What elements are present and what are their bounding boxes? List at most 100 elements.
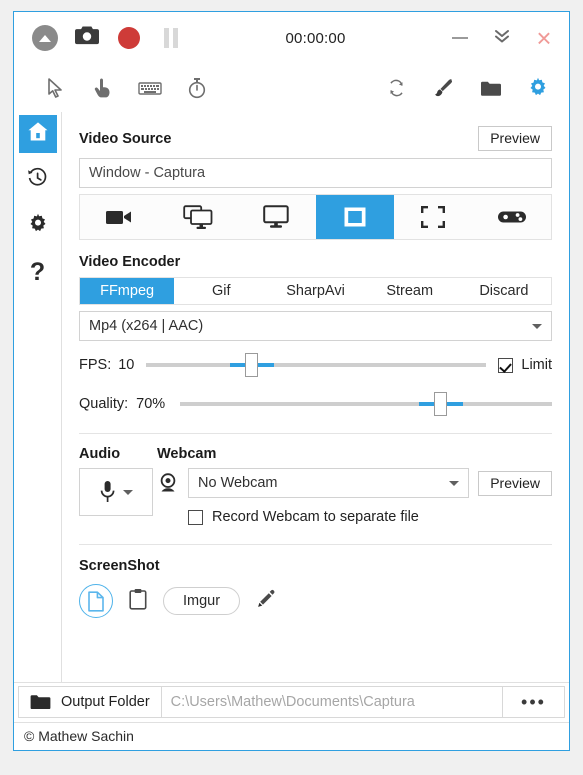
window-icon xyxy=(344,207,366,227)
camera-icon xyxy=(74,25,100,51)
sidebar: ? xyxy=(14,112,62,682)
clipboard-icon xyxy=(129,588,147,610)
tab-ffmpeg[interactable]: FFmpeg xyxy=(80,278,175,304)
divider-audio xyxy=(79,433,552,434)
source-mode-game[interactable] xyxy=(473,195,552,239)
encoder-format-value: Mp4 (x264 | AAC) xyxy=(89,318,204,334)
gamepad-icon xyxy=(497,211,526,223)
timer-area: 00:00:00 xyxy=(192,17,439,59)
fps-limit-checkbox[interactable] xyxy=(498,357,514,373)
tab-stream[interactable]: Stream xyxy=(363,278,457,304)
main-body: ? Video Source Preview Window - Captura xyxy=(14,112,569,682)
minimize-icon xyxy=(452,37,468,39)
audio-source-button[interactable] xyxy=(79,468,153,516)
sidebar-item-settings[interactable] xyxy=(19,207,57,245)
screenshot-target-clipboard[interactable] xyxy=(129,588,147,615)
screenshot-targets-row: Imgur xyxy=(79,584,552,618)
pause-button[interactable] xyxy=(150,17,192,59)
monitor-icon xyxy=(263,205,289,228)
brush-icon[interactable] xyxy=(420,68,467,108)
imgur-button[interactable]: Imgur xyxy=(163,587,241,615)
fps-limit-label: Limit xyxy=(521,357,552,373)
video-source-select[interactable]: Window - Captura xyxy=(79,158,552,188)
content-panel: Video Source Preview Window - Captura Vi… xyxy=(62,112,569,682)
record-button[interactable] xyxy=(108,17,150,59)
sidebar-item-history[interactable] xyxy=(19,161,57,199)
captura-window: 00:00:00 × ? Video Source Preview Window… xyxy=(13,11,570,751)
quality-slider-track xyxy=(180,402,552,406)
webcam-select[interactable]: No Webcam xyxy=(188,468,470,498)
clicks-icon[interactable] xyxy=(79,68,126,108)
folder-icon[interactable] xyxy=(467,68,514,108)
video-source-title: Video Source xyxy=(79,130,172,147)
quality-row: Quality: 70% xyxy=(79,389,552,419)
output-folder-button[interactable]: Output Folder xyxy=(18,686,162,718)
home-icon xyxy=(27,121,49,147)
refresh-icon[interactable] xyxy=(373,68,420,108)
hide-to-tray-button[interactable] xyxy=(481,17,523,59)
fps-row: FPS: 10 Limit xyxy=(79,350,552,380)
webcam-title: Webcam xyxy=(157,446,217,462)
question-mark-icon: ? xyxy=(29,257,46,286)
screenshot-target-disk[interactable] xyxy=(79,584,113,618)
source-mode-desktop-duplication[interactable] xyxy=(159,195,238,239)
gear-icon xyxy=(27,213,49,240)
source-mode-screen[interactable] xyxy=(237,195,316,239)
video-source-value: Window - Captura xyxy=(89,165,206,181)
minimize-button[interactable] xyxy=(439,17,481,59)
collapse-button[interactable] xyxy=(24,17,66,59)
gear-icon[interactable] xyxy=(514,68,561,108)
title-bar: 00:00:00 × xyxy=(14,12,569,64)
sidebar-item-home[interactable] xyxy=(18,115,57,153)
output-path-field[interactable]: C:\Users\Mathew\Documents\Captura xyxy=(161,686,503,718)
source-mode-video-device[interactable] xyxy=(80,195,159,239)
file-icon xyxy=(88,590,104,612)
fps-slider-thumb[interactable] xyxy=(245,353,259,377)
record-dot-icon xyxy=(118,27,140,49)
quality-slider-thumb[interactable] xyxy=(434,392,448,416)
recording-timer: 00:00:00 xyxy=(285,29,346,47)
cursor-icon[interactable] xyxy=(32,68,79,108)
screenshot-edit-button[interactable] xyxy=(256,589,276,614)
output-more-button[interactable]: ••• xyxy=(503,686,565,718)
keystrokes-icon[interactable] xyxy=(126,68,173,108)
close-icon: × xyxy=(536,23,552,53)
fps-value: 10 xyxy=(118,357,135,373)
fps-slider-track xyxy=(146,363,487,367)
secondary-toolbar xyxy=(14,64,569,112)
footer: Output Folder C:\Users\Mathew\Documents\… xyxy=(14,682,569,750)
video-camera-icon xyxy=(106,211,132,224)
circle-up-arrow-icon xyxy=(32,25,58,51)
video-encoder-title: Video Encoder xyxy=(79,254,181,270)
tab-discard[interactable]: Discard xyxy=(457,278,551,304)
pause-icon xyxy=(164,28,178,48)
sidebar-item-help[interactable]: ? xyxy=(19,253,57,291)
chevron-down-icon xyxy=(532,323,542,329)
chevron-down-icon[interactable] xyxy=(122,489,133,495)
audio-title: Audio xyxy=(79,446,121,462)
output-folder-label: Output Folder xyxy=(61,694,150,710)
close-button[interactable]: × xyxy=(523,17,565,59)
output-path-value: C:\Users\Mathew\Documents\Captura xyxy=(170,694,415,710)
encoder-format-select[interactable]: Mp4 (x264 | AAC) xyxy=(79,311,552,341)
tab-gif[interactable]: Gif xyxy=(174,278,268,304)
source-mode-region[interactable] xyxy=(394,195,473,239)
timer-icon[interactable] xyxy=(173,68,220,108)
double-chevron-down-icon xyxy=(492,26,512,51)
webcam-value: No Webcam xyxy=(198,475,278,491)
source-mode-window[interactable] xyxy=(315,195,394,239)
pencil-icon xyxy=(258,589,275,607)
webcam-preview-button[interactable]: Preview xyxy=(478,470,552,496)
audio-block: Audio xyxy=(79,446,157,525)
fps-slider[interactable] xyxy=(146,350,487,380)
crop-region-icon xyxy=(421,206,446,228)
chevron-down-icon xyxy=(449,480,460,486)
video-source-mode-row xyxy=(79,194,552,240)
video-preview-button[interactable]: Preview xyxy=(478,126,552,151)
webcam-block: Webcam No Webcam Preview Record Webcam t… xyxy=(157,446,552,525)
tab-sharpavi[interactable]: SharpAvi xyxy=(268,278,362,304)
quality-slider[interactable] xyxy=(180,389,552,419)
screenshot-button[interactable] xyxy=(66,17,108,59)
record-webcam-separate-label: Record Webcam to separate file xyxy=(212,509,419,525)
record-webcam-separate-checkbox[interactable] xyxy=(188,509,203,525)
